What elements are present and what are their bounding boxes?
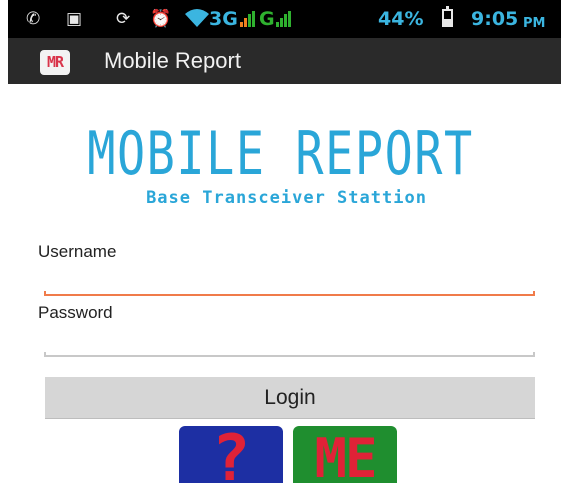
username-label: Username — [38, 242, 117, 261]
alarm-icon: ⏰ — [150, 9, 172, 29]
network-type-2: G — [259, 8, 275, 30]
action-bar: MR Mobile Report — [8, 38, 561, 84]
battery-percent: 44% — [378, 8, 424, 30]
logo-subtitle: Base Transceiver Stattion — [146, 188, 427, 208]
message-icon: ▣ — [66, 9, 83, 29]
app-logo-icon[interactable]: MR — [40, 50, 70, 75]
password-label: Password — [38, 303, 113, 322]
help-button[interactable]: ? — [179, 426, 283, 483]
status-bar: ✆ ▣ ⟳ ⏰ 3G G 44% 9:05 PM — [8, 0, 561, 38]
logo-title: MOBILE REPORT — [87, 119, 474, 189]
password-input[interactable] — [44, 325, 539, 357]
clock-time: 9:05 — [471, 8, 519, 30]
signal-icon-2 — [276, 11, 292, 27]
password-underline — [44, 352, 535, 357]
username-input[interactable] — [44, 264, 539, 296]
me-button[interactable]: ME — [293, 426, 397, 483]
login-button[interactable]: Login — [45, 377, 535, 418]
signal-icon — [240, 11, 256, 27]
app-title: Mobile Report — [104, 48, 241, 73]
network-type-1: 3G — [209, 8, 238, 30]
sync-icon: ⟳ — [116, 9, 131, 29]
battery-icon — [442, 6, 453, 27]
wifi-icon — [184, 7, 210, 33]
whatsapp-icon: ✆ — [26, 9, 41, 29]
clock-ampm: PM — [523, 16, 546, 31]
username-underline — [44, 291, 535, 296]
